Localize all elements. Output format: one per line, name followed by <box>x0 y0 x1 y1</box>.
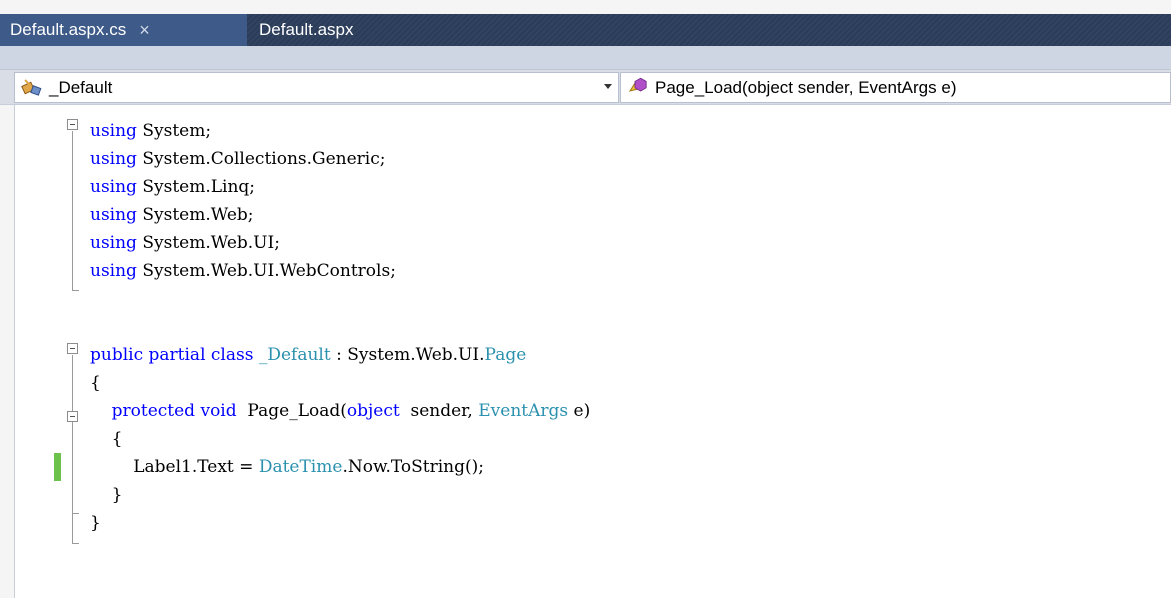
code-token: .Now.ToString(); <box>342 457 485 477</box>
keyword-token: object <box>346 401 406 421</box>
code-token: { <box>90 429 123 449</box>
keyword-token: using <box>90 177 143 197</box>
class-icon <box>21 77 49 99</box>
code-token: sender, <box>405 401 479 421</box>
code-token: System.Web; <box>142 205 254 225</box>
keyword-token: partial <box>148 345 211 365</box>
outline-guide <box>72 290 79 291</box>
close-icon[interactable]: × <box>139 21 150 39</box>
keyword-token: public <box>90 345 149 365</box>
code-line[interactable]: using System.Web; <box>90 201 254 229</box>
navbar-backdrop <box>0 46 1171 69</box>
chevron-down-icon[interactable] <box>604 84 612 89</box>
collapse-icon[interactable] <box>67 119 78 130</box>
code-token: Label1.Text = <box>90 457 259 477</box>
keyword-token: using <box>90 205 143 225</box>
code-token: System.Web.UI; <box>142 233 280 253</box>
code-line[interactable]: using System.Web.UI.WebControls; <box>90 257 396 285</box>
code-token: { <box>90 373 101 393</box>
collapse-icon[interactable] <box>67 343 78 354</box>
code-line[interactable]: Label1.Text = DateTime.Now.ToString(); <box>90 453 484 481</box>
tab-label: Default.aspx.cs <box>10 20 127 39</box>
keyword-token: class <box>210 345 259 365</box>
document-tab-strip: Default.aspx.cs × Default.aspx <box>0 14 1171 46</box>
code-editor[interactable]: using System; using System.Collections.Ge… <box>14 105 1171 598</box>
tab-default-aspx-cs[interactable]: Default.aspx.cs × <box>0 14 247 46</box>
code-token: System.Collections.Generic; <box>142 149 386 169</box>
member-dropdown-label: Page_Load(object sender, EventArgs e) <box>655 77 957 97</box>
outline-guide <box>72 423 73 513</box>
navigation-bar: _Default Page_Load(object sender, EventA… <box>0 69 1171 105</box>
code-line[interactable]: protected void Page_Load(object sender, … <box>90 397 591 425</box>
code-line[interactable]: using System; <box>90 117 211 145</box>
code-token: Page_Load( <box>242 401 347 421</box>
keyword-token: void <box>200 401 243 421</box>
member-dropdown[interactable]: Page_Load(object sender, EventArgs e) <box>620 72 1171 103</box>
class-dropdown-label: _Default <box>49 77 113 97</box>
code-line[interactable]: public partial class _Default : System.W… <box>90 341 526 369</box>
outline-guide <box>72 543 79 544</box>
tab-label: Default.aspx <box>259 20 354 39</box>
code-token: } <box>90 485 123 505</box>
code-token: System.Linq; <box>142 177 256 197</box>
outline-guide <box>72 513 79 514</box>
code-line[interactable]: } <box>90 481 123 509</box>
code-line[interactable]: { <box>90 369 101 397</box>
code-token: e) <box>568 401 591 421</box>
type-token: EventArgs <box>478 401 569 421</box>
outline-guide <box>72 131 73 290</box>
type-token: Page <box>484 345 527 365</box>
code-line[interactable]: } <box>90 509 101 537</box>
code-line[interactable]: using System.Collections.Generic; <box>90 145 386 173</box>
type-token: _Default <box>258 345 331 365</box>
code-line[interactable]: { <box>90 425 123 453</box>
keyword-token: using <box>90 121 143 141</box>
keyword-token: protected <box>111 401 201 421</box>
changed-line-marker <box>54 453 61 481</box>
keyword-token: using <box>90 233 143 253</box>
code-token: System.Web.UI.WebControls; <box>142 261 396 281</box>
code-line[interactable]: using System.Web.UI; <box>90 229 280 257</box>
type-token: DateTime <box>258 457 343 477</box>
code-token: : System.Web.UI. <box>330 345 485 365</box>
code-line[interactable]: using System.Linq; <box>90 173 255 201</box>
method-icon <box>627 77 655 99</box>
class-dropdown[interactable]: _Default <box>14 72 619 103</box>
collapse-icon[interactable] <box>67 411 78 422</box>
code-token: System; <box>142 121 212 141</box>
keyword-token: using <box>90 149 143 169</box>
keyword-token: using <box>90 261 143 281</box>
code-token: } <box>90 513 101 533</box>
visual-studio-window: Default.aspx.cs × Default.aspx _Default <box>0 0 1171 598</box>
tab-default-aspx[interactable]: Default.aspx <box>249 14 364 46</box>
